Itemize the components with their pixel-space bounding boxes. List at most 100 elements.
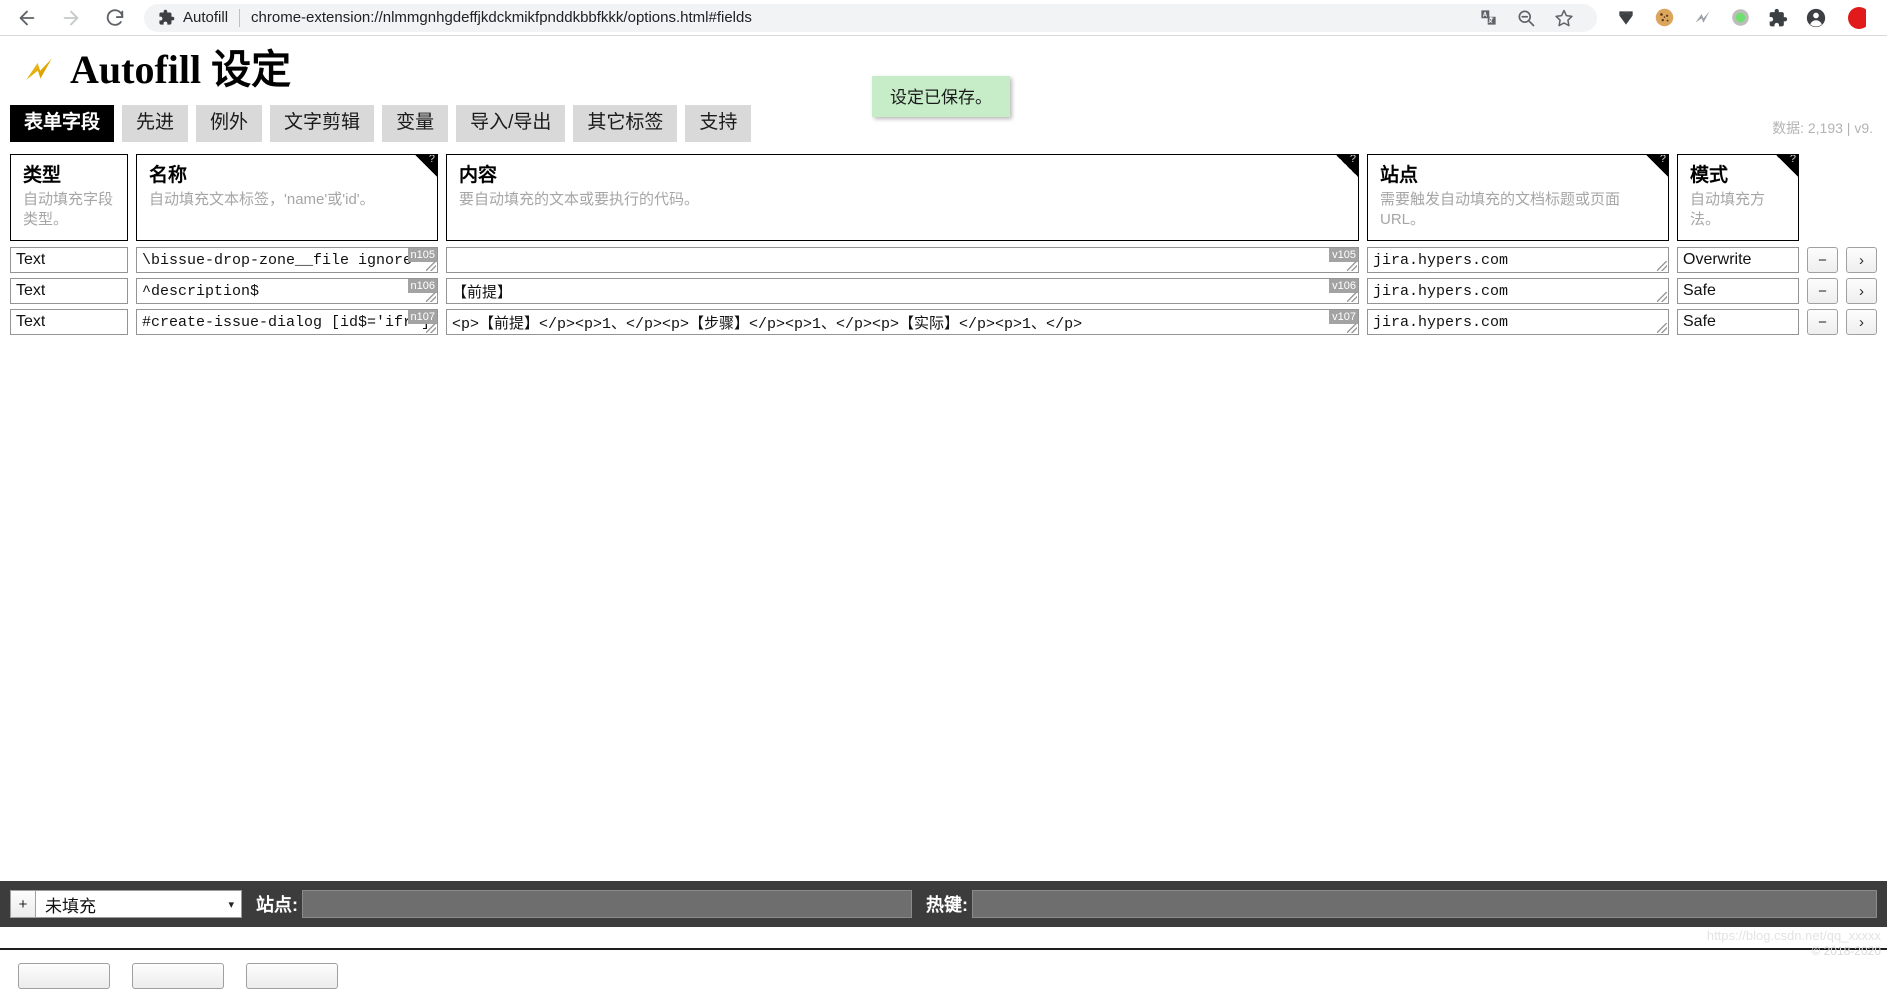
row-type-value: Text [16, 313, 46, 331]
expand-row-button[interactable]: › [1846, 278, 1877, 305]
row-name-id-badge: n106 [407, 279, 437, 294]
row-site-input[interactable]: jira.hypers.com [1367, 278, 1669, 305]
row-type-select[interactable]: Text [10, 278, 128, 305]
extension-origin-chip: Autofill [158, 9, 228, 26]
resize-grip-icon[interactable] [1347, 292, 1357, 303]
chevron-down-icon: ▾ [228, 898, 234, 911]
resize-grip-icon[interactable] [1657, 292, 1667, 303]
row-name-input[interactable]: #create-issue-dialog [id$='ifr'] n107 [136, 309, 438, 336]
extensions-puzzle-icon[interactable] [1759, 3, 1797, 33]
row-mode-select[interactable]: Safe [1677, 278, 1799, 305]
resize-grip-icon[interactable] [426, 261, 436, 272]
tab-label: 支持 [699, 112, 738, 134]
tab-advanced[interactable]: 先进 [122, 105, 189, 142]
tab-label: 文字剪辑 [284, 112, 361, 134]
row-mode-value: Safe [1683, 313, 1716, 331]
row-name-input[interactable]: ^description$ n106 [136, 278, 438, 305]
fill-status-value: 未填充 [45, 896, 96, 916]
tab-form-fields[interactable]: 表单字段 [10, 105, 115, 142]
help-question-mark: ? [1789, 154, 1796, 165]
column-title: 模式 [1690, 165, 1729, 186]
tab-support[interactable]: 支持 [685, 105, 752, 142]
reload-icon[interactable] [102, 5, 128, 31]
column-header-mode: ? 模式 自动填充方法。 [1677, 154, 1799, 242]
url-text[interactable]: chrome-extension://nlmmgnhgdeffjkdckmikf… [251, 9, 1469, 26]
translate-icon[interactable] [1469, 3, 1507, 33]
table-row: Text #create-issue-dialog [id$='ifr'] n1… [10, 309, 1877, 336]
hotkey-filter-input[interactable] [972, 890, 1877, 918]
footer-buttons [18, 963, 338, 989]
column-title: 内容 [459, 165, 498, 186]
site-filter-label: 站点: [256, 895, 298, 915]
help-corner-icon[interactable]: ? [415, 155, 437, 177]
table-row: Text \bissue-drop-zone__file ignore- n10… [10, 247, 1877, 274]
expand-row-button[interactable]: › [1846, 309, 1877, 336]
profile-avatar-icon[interactable] [1797, 3, 1835, 33]
bookmark-star-icon[interactable] [1545, 3, 1583, 33]
cookie-icon[interactable] [1645, 3, 1683, 33]
tab-import-export[interactable]: 导入/导出 [456, 105, 566, 142]
autofill-bolt-icon[interactable] [1683, 3, 1721, 33]
footer-button-1[interactable] [18, 963, 110, 989]
row-mode-select[interactable]: Safe [1677, 309, 1799, 336]
row-site-input[interactable]: jira.hypers.com [1367, 247, 1669, 274]
help-corner-icon[interactable]: ? [1776, 155, 1798, 177]
tab-other-labels[interactable]: 其它标签 [573, 105, 678, 142]
zoom-out-icon[interactable] [1507, 3, 1545, 33]
footer-button-3[interactable] [246, 963, 338, 989]
page-title-text: Autofill 设定 [70, 47, 292, 92]
fill-status-select[interactable]: 未填充 ▾ [36, 890, 242, 918]
row-name-value: \bissue-drop-zone__file ignore- [142, 251, 422, 269]
row-mode-select[interactable]: Overwrite [1677, 247, 1799, 274]
site-filter-input[interactable] [302, 890, 912, 918]
watermark-url: https://blog.csdn.net/qq_xxxxx [1706, 928, 1881, 943]
tab-label: 其它标签 [587, 112, 664, 134]
row-site-value: jira.hypers.com [1373, 251, 1509, 269]
row-name-input[interactable]: \bissue-drop-zone__file ignore- n105 [136, 247, 438, 274]
resize-grip-icon[interactable] [1657, 323, 1667, 334]
remove-row-button[interactable]: − [1807, 247, 1838, 274]
omnibox-trailing-icons [1469, 3, 1583, 33]
help-question-mark: ? [1659, 154, 1666, 165]
row-site-input[interactable]: jira.hypers.com [1367, 309, 1669, 336]
row-name-id-badge: n107 [407, 310, 437, 325]
row-type-select[interactable]: Text [10, 247, 128, 274]
expand-row-button[interactable]: › [1846, 247, 1877, 274]
footer-button-2[interactable] [132, 963, 224, 989]
tab-label: 例外 [210, 112, 249, 134]
resize-grip-icon[interactable] [1347, 261, 1357, 272]
red-extension-icon[interactable] [1835, 3, 1873, 33]
column-description: 要自动填充的文本或要执行的代码。 [459, 190, 700, 208]
row-content-input[interactable]: 【前提】 v106 [446, 278, 1359, 305]
column-title: 类型 [23, 165, 62, 186]
help-corner-icon[interactable]: ? [1336, 155, 1358, 177]
help-corner-icon[interactable]: ? [1646, 155, 1668, 177]
row-content-input[interactable]: <p>【前提】</p><p>1、</p><p>【步骤】</p><p>1、</p>… [446, 309, 1359, 336]
remove-row-button[interactable]: − [1807, 309, 1838, 336]
tab-variables[interactable]: 变量 [382, 105, 449, 142]
tab-exceptions[interactable]: 例外 [196, 105, 263, 142]
hotkey-filter-label: 热键: [926, 895, 968, 915]
help-question-mark: ? [428, 154, 435, 165]
row-actions: − › [1807, 278, 1877, 305]
green-dot-extension-icon[interactable] [1721, 3, 1759, 33]
extension-toolbar-icons [1607, 3, 1873, 33]
row-content-input[interactable]: v105 [446, 247, 1359, 274]
forward-arrow-icon[interactable] [58, 5, 84, 31]
row-content-id-badge: v106 [1329, 279, 1358, 294]
remove-row-button[interactable]: − [1807, 278, 1838, 305]
add-field-button[interactable]: + [10, 890, 36, 918]
resize-grip-icon[interactable] [426, 292, 436, 303]
row-mode-value: Safe [1683, 282, 1716, 300]
tab-text-clips[interactable]: 文字剪辑 [270, 105, 375, 142]
row-content-id-badge: v105 [1329, 248, 1358, 263]
address-bar[interactable]: Autofill chrome-extension://nlmmgnhgdeff… [144, 3, 1597, 33]
row-actions: − › [1807, 247, 1877, 274]
tab-label: 导入/导出 [470, 112, 552, 134]
back-arrow-icon[interactable] [14, 5, 40, 31]
resize-grip-icon[interactable] [1347, 323, 1357, 334]
row-name-value: ^description$ [142, 282, 260, 300]
row-type-select[interactable]: Text [10, 309, 128, 336]
resize-grip-icon[interactable] [1657, 261, 1667, 272]
pointer-flag-icon[interactable] [1607, 3, 1645, 33]
